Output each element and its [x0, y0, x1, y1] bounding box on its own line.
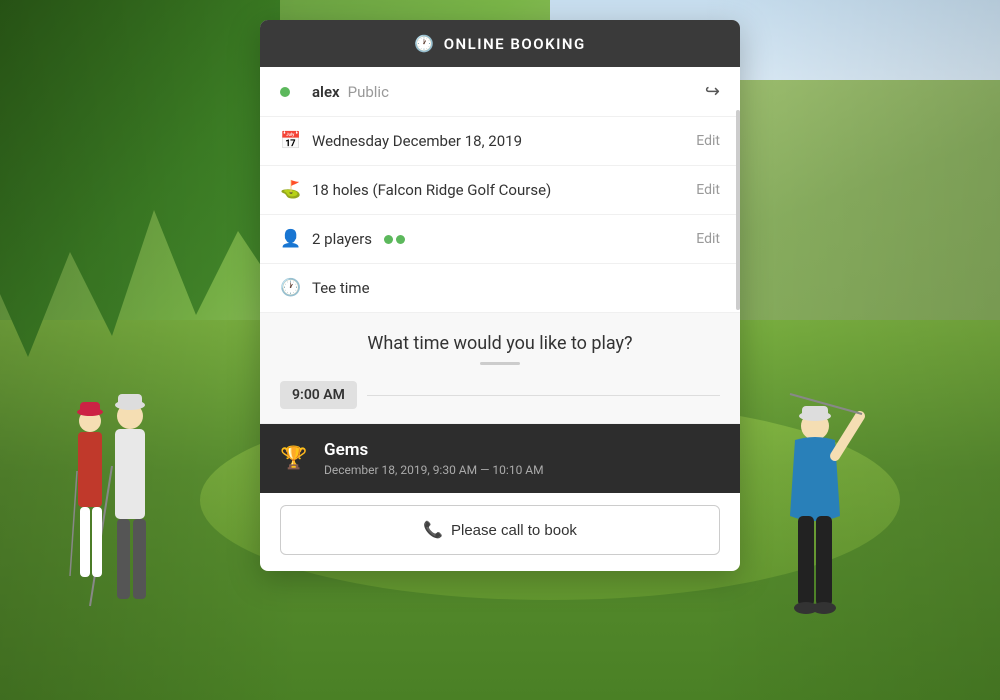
tee-time-label: Tee time: [312, 279, 720, 297]
players-icon: 👤: [280, 229, 302, 249]
calendar-icon: 📅: [280, 131, 302, 151]
user-status-icon: [280, 82, 302, 102]
tee-time-section: What time would you like to play? 9:00 A…: [260, 313, 740, 424]
panel-header: 🕐 ONLINE BOOKING: [260, 20, 740, 67]
booking-card-subtitle: December 18, 2019, 9:30 AM — 10:10 AM: [324, 463, 720, 477]
booking-card-title: Gems: [324, 440, 720, 460]
holes-row: ⛳ 18 holes (Falcon Ridge Golf Course) Ed…: [260, 166, 740, 215]
user-type-label: Public: [348, 83, 389, 101]
golfers-left: [50, 366, 180, 660]
clock-icon: 🕐: [414, 34, 435, 53]
scrollbar[interactable]: [736, 110, 740, 310]
date-edit-button[interactable]: Edit: [696, 133, 720, 149]
tee-time-icon: 🕐: [280, 278, 302, 298]
tee-time-question: What time would you like to play?: [260, 313, 740, 362]
user-info: alex Public: [312, 83, 705, 101]
time-slot-badge[interactable]: 9:00 AM: [280, 381, 357, 409]
trophy-icon: 🏆: [280, 446, 310, 471]
golf-icon: ⛳: [280, 180, 302, 200]
tee-time-divider: [480, 362, 520, 365]
export-icon[interactable]: ↪: [705, 81, 720, 102]
date-value: Wednesday December 18, 2019: [312, 132, 696, 150]
booking-panel: 🕐 ONLINE BOOKING alex Public ↪ 📅 Wednesd…: [260, 20, 740, 571]
players-edit-button[interactable]: Edit: [696, 231, 720, 247]
tee-time-label-row: 🕐 Tee time: [260, 264, 740, 313]
username-label: alex: [312, 83, 340, 101]
user-online-dot: [280, 87, 290, 97]
call-to-book-button[interactable]: 📞 Please call to book: [280, 505, 720, 555]
user-row: alex Public ↪: [260, 67, 740, 117]
booking-card-info: Gems December 18, 2019, 9:30 AM — 10:10 …: [324, 440, 720, 477]
golfer-right: [760, 386, 870, 650]
date-row: 📅 Wednesday December 18, 2019 Edit: [260, 117, 740, 166]
player-dots: [384, 235, 405, 244]
panel-body: alex Public ↪ 📅 Wednesday December 18, 2…: [260, 67, 740, 555]
holes-value: 18 holes (Falcon Ridge Golf Course): [312, 181, 696, 199]
time-line: [367, 395, 720, 396]
player-dot-2: [396, 235, 405, 244]
holes-edit-button[interactable]: Edit: [696, 182, 720, 198]
player-dot-1: [384, 235, 393, 244]
players-value: 2 players: [312, 230, 372, 248]
panel-title: ONLINE BOOKING: [444, 35, 586, 53]
time-slot-row: 9:00 AM: [260, 381, 740, 423]
players-row: 👤 2 players Edit: [260, 215, 740, 264]
phone-icon: 📞: [423, 520, 443, 540]
call-to-book-label: Please call to book: [451, 522, 577, 539]
booking-card[interactable]: 🏆 Gems December 18, 2019, 9:30 AM — 10:1…: [260, 424, 740, 493]
players-info: 2 players: [312, 230, 696, 248]
